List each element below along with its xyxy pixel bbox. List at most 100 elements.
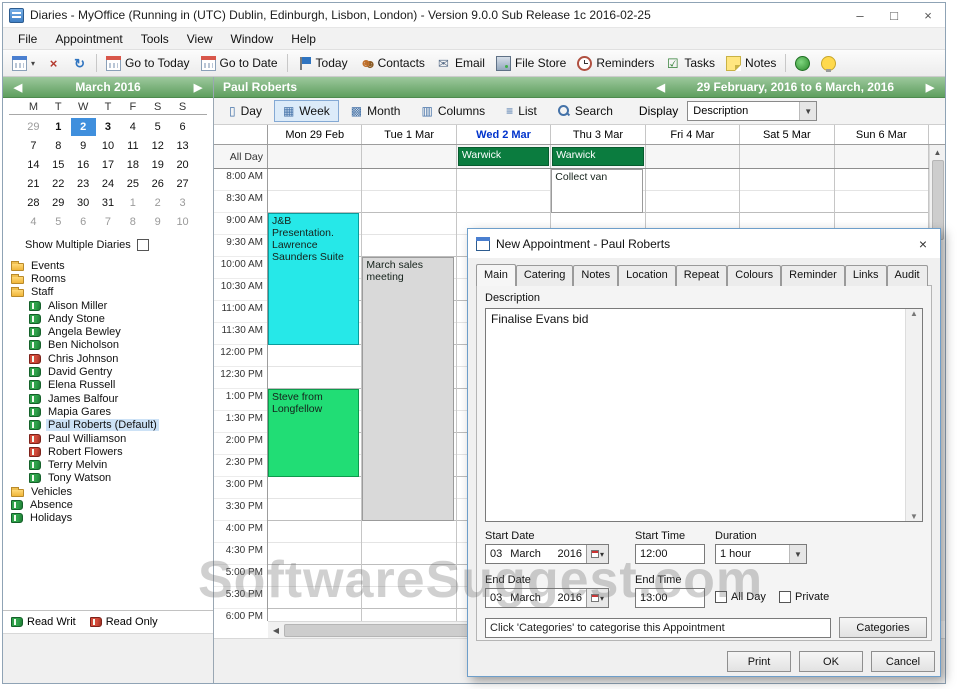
mini-cal-day[interactable]: 29 (21, 118, 46, 136)
print-button[interactable]: Print (727, 651, 791, 672)
menu-file[interactable]: File (9, 29, 46, 49)
appointment[interactable]: March sales meeting (362, 257, 453, 521)
tree-item-staff[interactable]: Staff (11, 286, 213, 299)
mini-cal-day[interactable]: 1 (120, 194, 145, 212)
tab-audit[interactable]: Audit (887, 265, 928, 286)
menu-view[interactable]: View (178, 29, 222, 49)
tree-item-staff-member[interactable]: Ben Nicholson (11, 339, 213, 352)
mini-cal-day[interactable]: 10 (96, 137, 121, 155)
tree-item-staff-member[interactable]: Mapia Gares (11, 405, 213, 418)
tips-button[interactable] (816, 54, 841, 73)
tree-item-staff-member[interactable]: Chris Johnson (11, 352, 213, 365)
list-view-button[interactable]: ≡List (497, 100, 546, 122)
mini-cal-day[interactable]: 16 (71, 156, 96, 174)
start-date-picker-button[interactable]: ▾ (586, 545, 608, 563)
day-header-thu[interactable]: Thu 3 Mar (551, 125, 645, 144)
day-column-tue[interactable]: March sales meeting (362, 169, 456, 621)
mini-cal-day[interactable]: 20 (170, 156, 195, 174)
mini-cal-day[interactable]: 7 (21, 137, 46, 155)
show-multiple-checkbox[interactable] (137, 239, 149, 251)
appointment[interactable]: Steve from Longfellow (268, 389, 359, 477)
end-date-picker-button[interactable]: ▾ (586, 589, 608, 607)
mini-cal-day[interactable]: 28 (21, 194, 46, 212)
mini-cal-day[interactable]: 18 (120, 156, 145, 174)
all-day-cell[interactable] (362, 145, 456, 168)
day-header-fri[interactable]: Fri 4 Mar (646, 125, 740, 144)
scroll-down-icon[interactable]: ▼ (910, 512, 918, 521)
end-time-field[interactable]: 13:00 (635, 588, 705, 608)
menu-tools[interactable]: Tools (132, 29, 178, 49)
prev-month-arrow[interactable]: ◀ (8, 81, 28, 94)
mini-cal-day[interactable]: 8 (46, 137, 71, 155)
close-button[interactable]: × (911, 3, 945, 27)
mini-cal-day[interactable]: 9 (145, 213, 170, 231)
mini-cal-day[interactable]: 9 (71, 137, 96, 155)
mini-cal-day[interactable]: 22 (46, 175, 71, 193)
appointment[interactable]: J&B Presentation. Lawrence Saunders Suit… (268, 213, 359, 345)
mini-cal-day[interactable]: 3 (96, 118, 121, 136)
file-store-button[interactable]: File Store (491, 54, 571, 73)
scroll-up-icon[interactable]: ▲ (930, 145, 945, 160)
minimize-button[interactable]: – (843, 3, 877, 27)
dialog-close-button[interactable]: × (908, 236, 938, 252)
tree-item-paul-roberts-selected[interactable]: Paul Roberts (Default) (11, 419, 213, 432)
tree-item-staff-member[interactable]: David Gentry (11, 365, 213, 378)
delete-button[interactable]: × (41, 54, 66, 73)
mini-cal-day[interactable]: 31 (96, 194, 121, 212)
all-day-cell[interactable] (835, 145, 929, 168)
month-view-button[interactable]: ▩Month (342, 100, 410, 122)
all-day-cell[interactable] (740, 145, 834, 168)
appointment[interactable]: Collect van (551, 169, 642, 213)
mini-cal-day[interactable]: 7 (96, 213, 121, 231)
tree-item-events[interactable]: Events (11, 259, 213, 272)
end-date-field[interactable]: 03 March 2016 ▾ (485, 588, 609, 608)
mini-cal-day-selected[interactable]: 2 (71, 118, 96, 136)
day-header-mon[interactable]: Mon 29 Feb (268, 125, 362, 144)
mini-cal-day[interactable]: 14 (21, 156, 46, 174)
tab-repeat[interactable]: Repeat (676, 265, 727, 286)
ok-button[interactable]: OK (799, 651, 863, 672)
all-day-cell[interactable] (646, 145, 740, 168)
tree-item-staff-member[interactable]: Robert Flowers (11, 445, 213, 458)
tab-colours[interactable]: Colours (727, 265, 781, 286)
tree-item-staff-member[interactable]: Angela Bewley (11, 325, 213, 338)
mini-cal-day[interactable]: 8 (120, 213, 145, 231)
day-view-button[interactable]: ▯Day (220, 100, 271, 122)
all-day-checkbox[interactable] (715, 591, 727, 603)
display-combo[interactable]: Description ▼ (687, 101, 817, 121)
mini-cal-day[interactable]: 12 (145, 137, 170, 155)
mini-cal-day[interactable]: 3 (170, 194, 195, 212)
cancel-button[interactable]: Cancel (871, 651, 935, 672)
menu-help[interactable]: Help (282, 29, 325, 49)
tree-item-rooms[interactable]: Rooms (11, 272, 213, 285)
all-day-cell[interactable]: Warwick (551, 145, 645, 168)
mini-cal-day[interactable]: 5 (46, 213, 71, 231)
private-checkbox[interactable] (779, 591, 791, 603)
scroll-up-icon[interactable]: ▲ (910, 309, 918, 318)
tab-notes[interactable]: Notes (573, 265, 618, 286)
day-header-sat[interactable]: Sat 5 Mar (740, 125, 834, 144)
tab-links[interactable]: Links (845, 265, 887, 286)
tree-item-staff-member[interactable]: Alison Miller (11, 299, 213, 312)
categories-button[interactable]: Categories (839, 617, 927, 638)
next-week-arrow[interactable]: ▶ (920, 81, 940, 94)
textarea-scrollbar[interactable]: ▲ ▼ (905, 309, 922, 521)
mini-cal-day[interactable]: 11 (120, 137, 145, 155)
start-time-field[interactable]: 12:00 (635, 544, 705, 564)
today-button[interactable]: Today (292, 54, 353, 73)
tab-reminder[interactable]: Reminder (781, 265, 845, 286)
mini-cal-day[interactable]: 30 (71, 194, 96, 212)
mini-cal-day[interactable]: 13 (170, 137, 195, 155)
mini-cal-day[interactable]: 6 (71, 213, 96, 231)
mini-cal-day[interactable]: 24 (96, 175, 121, 193)
mini-cal-day[interactable]: 1 (46, 118, 71, 136)
day-header-tue[interactable]: Tue 1 Mar (362, 125, 456, 144)
mini-cal-day[interactable]: 2 (145, 194, 170, 212)
web-help-button[interactable] (790, 54, 815, 73)
notes-button[interactable]: Notes (721, 54, 781, 73)
all-day-appointment[interactable]: Warwick (552, 147, 643, 166)
all-day-cell[interactable] (268, 145, 362, 168)
mini-cal-day[interactable]: 4 (120, 118, 145, 136)
tree-item-holidays[interactable]: Holidays (11, 512, 213, 525)
next-month-arrow[interactable]: ▶ (188, 81, 208, 94)
